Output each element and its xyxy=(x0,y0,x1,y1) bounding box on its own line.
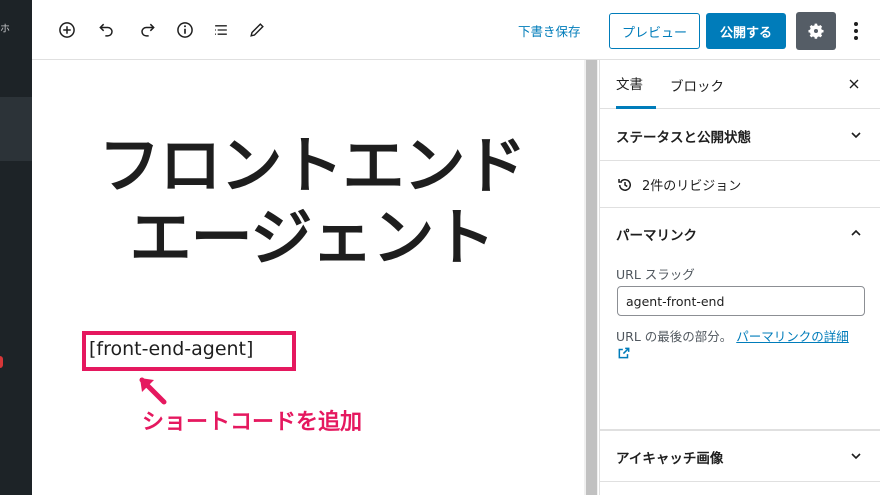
url-slug-label: URL スラッグ xyxy=(616,267,695,282)
admin-menu-active-item[interactable] xyxy=(0,97,32,161)
list-view-icon[interactable] xyxy=(210,19,232,41)
url-help-prefix: URL の最後の部分。 xyxy=(616,329,733,344)
chevron-up-icon[interactable] xyxy=(848,225,864,241)
admin-notification-dot xyxy=(0,356,3,368)
more-vertical-icon xyxy=(854,22,858,26)
panel-permalink-title[interactable]: パーマリンク xyxy=(616,224,697,244)
post-title[interactable]: フロントエンド エージェント xyxy=(72,130,552,274)
admin-menu-fragment[interactable]: ホ xyxy=(0,20,10,35)
tab-block[interactable]: ブロック xyxy=(670,60,724,109)
settings-button[interactable] xyxy=(796,12,836,50)
revisions-link[interactable]: 2件のリビジョン xyxy=(616,175,741,194)
panel-featured-image-title: アイキャッチ画像 xyxy=(616,451,724,467)
gear-icon xyxy=(808,23,824,39)
tab-document[interactable]: 文書 xyxy=(616,60,656,109)
editor-canvas: フロントエンド エージェント [front-end-agent] ショートコード… xyxy=(32,60,584,495)
more-options-button[interactable] xyxy=(846,19,866,43)
editor-toolbar: 下書き保存 プレビュー 公開する xyxy=(32,0,880,60)
shortcode-block[interactable]: [front-end-agent] xyxy=(89,338,253,360)
admin-sidebar: ホ xyxy=(0,0,32,495)
post-title-line-1: フロントエンド xyxy=(98,129,526,202)
editor-scrollbar-thumb[interactable] xyxy=(586,60,597,495)
undo-icon[interactable] xyxy=(96,19,118,41)
settings-sidebar: 文書 ブロック ステータスと公開状態 2件のリビジョン パーマリンク URL ス… xyxy=(599,60,880,495)
close-sidebar-button[interactable] xyxy=(844,74,864,94)
history-icon xyxy=(618,178,631,191)
annotation-arrow-icon xyxy=(139,377,167,405)
external-link-icon[interactable] xyxy=(617,346,631,360)
sidebar-tabs: 文書 ブロック xyxy=(600,60,880,109)
tools-pencil-icon[interactable] xyxy=(246,19,268,41)
post-title-line-2: エージェント xyxy=(129,201,496,274)
info-icon[interactable] xyxy=(174,19,196,41)
url-slug-input[interactable] xyxy=(617,286,865,316)
panel-featured-image[interactable]: アイキャッチ画像 xyxy=(600,430,880,482)
panel-permalink: パーマリンク xyxy=(600,208,880,430)
preview-button[interactable]: プレビュー xyxy=(609,13,700,49)
permalink-details-link[interactable]: パーマリンクの詳細 xyxy=(736,329,849,344)
annotation-label: ショートコードを追加 xyxy=(142,410,363,435)
redo-icon[interactable] xyxy=(136,19,158,41)
close-icon xyxy=(849,79,859,89)
chevron-down-icon xyxy=(851,453,861,460)
url-help-text: URL の最後の部分。 パーマリンクの詳細 xyxy=(616,326,849,345)
add-block-icon[interactable] xyxy=(56,19,78,41)
publish-button[interactable]: 公開する xyxy=(706,13,786,49)
chevron-down-icon xyxy=(851,132,861,139)
save-draft-button[interactable]: 下書き保存 xyxy=(518,21,581,40)
revisions-label: 2件のリビジョン xyxy=(642,179,742,194)
panel-status-title: ステータスと公開状態 xyxy=(616,130,751,146)
panel-status-visibility[interactable]: ステータスと公開状態 xyxy=(600,109,880,161)
